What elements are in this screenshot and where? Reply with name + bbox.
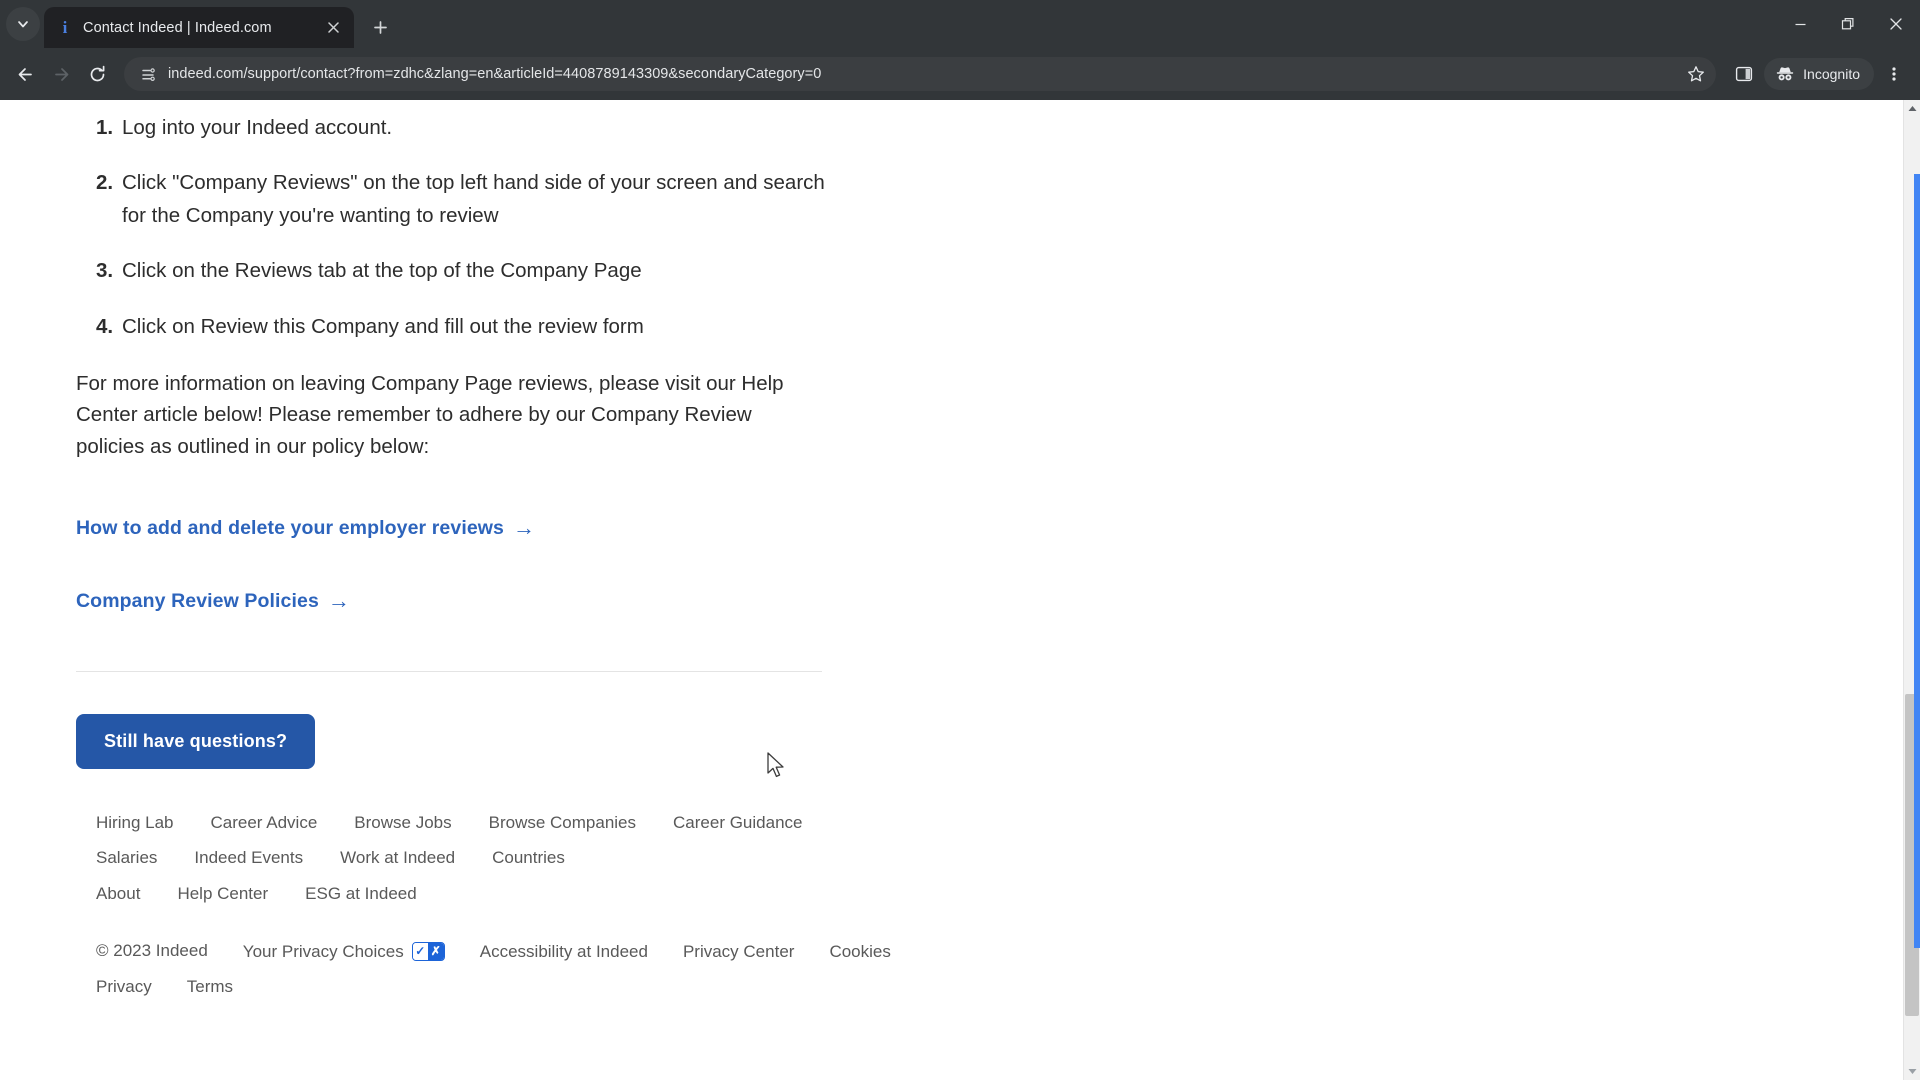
footer-link-help-center[interactable]: Help Center xyxy=(177,876,268,912)
side-panel-button[interactable] xyxy=(1726,56,1762,92)
page-body: Log into your Indeed account. Click "Com… xyxy=(0,100,1903,1080)
restore-button[interactable] xyxy=(1824,0,1872,48)
link-label: How to add and delete your employer revi… xyxy=(76,516,504,539)
footer-link-accessibility-at-indeed[interactable]: Accessibility at Indeed xyxy=(480,934,648,970)
tab-title: Contact Indeed | Indeed.com xyxy=(83,19,272,36)
footer-link-privacy-center[interactable]: Privacy Center xyxy=(683,934,794,970)
browser-tab[interactable]: i Contact Indeed | Indeed.com xyxy=(44,7,354,48)
still-have-questions-button[interactable]: Still have questions? xyxy=(76,713,316,769)
list-item: Click on Review this Company and fill ou… xyxy=(96,311,644,344)
forward-arrow-icon xyxy=(54,67,68,81)
footer-link-your-privacy-choices[interactable]: Your Privacy Choices ✓ ✗ xyxy=(243,934,445,970)
scroll-up-button[interactable] xyxy=(1904,100,1920,117)
link-label: Company Review Policies xyxy=(76,589,319,612)
scroll-up-arrow-icon xyxy=(1908,106,1916,111)
info-paragraph: For more information on leaving Company … xyxy=(76,371,784,458)
list-item: Log into your Indeed account. xyxy=(96,112,393,145)
bookmark-button[interactable] xyxy=(1682,60,1710,88)
badge-x: ✗ xyxy=(427,942,444,960)
footer-link-browse-jobs[interactable]: Browse Jobs xyxy=(354,805,451,841)
footer-link-salaries[interactable]: Salaries xyxy=(96,840,157,876)
tab-strip: i Contact Indeed | Indeed.com xyxy=(0,0,1920,48)
chevron-down-icon xyxy=(18,21,28,28)
incognito-label: Incognito xyxy=(1803,66,1860,82)
article-content: Log into your Indeed account. Click "Com… xyxy=(0,100,930,1005)
page-info-icon[interactable] xyxy=(138,64,158,84)
footer-primary-links: Hiring Lab Career Advice Browse Jobs Bro… xyxy=(96,805,930,876)
url-text: indeed.com/support/contact?from=zdhc&zla… xyxy=(168,66,822,82)
side-panel-icon xyxy=(1736,66,1753,82)
footer-link-work-at-indeed[interactable]: Work at Indeed xyxy=(340,840,455,876)
footer-link-esg-at-indeed[interactable]: ESG at Indeed xyxy=(305,876,417,912)
reload-button[interactable] xyxy=(80,57,114,91)
footer-link-cookies[interactable]: Cookies xyxy=(829,934,890,970)
window-controls xyxy=(1776,0,1920,48)
indeed-favicon: i xyxy=(56,19,74,37)
footer-secondary-links: About Help Center ESG at Indeed xyxy=(96,876,930,912)
list-item: Click "Company Reviews" on the top left … xyxy=(96,167,825,227)
incognito-spy-icon xyxy=(1776,67,1794,81)
right-arrow-icon: → xyxy=(513,515,536,541)
restore-icon xyxy=(1841,18,1854,30)
badge-check: ✓ xyxy=(412,942,428,960)
close-icon xyxy=(1890,18,1902,30)
page-viewport: Log into your Indeed account. Click "Com… xyxy=(0,100,1920,1080)
close-icon xyxy=(327,22,339,33)
forward-button[interactable] xyxy=(44,57,78,91)
address-bar[interactable]: indeed.com/support/contact?from=zdhc&zla… xyxy=(124,57,1717,91)
privacy-choices-badge-icon: ✓ ✗ xyxy=(411,941,445,961)
browser-window: i Contact Indeed | Indeed.com indeed.com… xyxy=(0,0,1920,1080)
favicon-letter: i xyxy=(62,18,68,37)
browser-toolbar: indeed.com/support/contact?from=zdhc&zla… xyxy=(0,48,1920,100)
star-icon xyxy=(1688,66,1705,82)
section-divider xyxy=(76,670,822,672)
help-link-row-1: How to add and delete your employer revi… xyxy=(76,517,930,540)
right-arrow-icon: → xyxy=(327,588,350,614)
scroll-focus-indicator xyxy=(1914,173,1920,948)
minimize-button[interactable] xyxy=(1776,0,1824,48)
privacy-choices-label: Your Privacy Choices xyxy=(242,941,404,961)
footer-legal-row: © 2023 Indeed Your Privacy Choices ✓ ✗ A… xyxy=(96,934,930,1005)
three-dot-menu-icon xyxy=(1892,67,1896,81)
site-footer: Hiring Lab Career Advice Browse Jobs Bro… xyxy=(76,805,930,1005)
new-tab-button[interactable] xyxy=(364,11,396,43)
close-window-button[interactable] xyxy=(1872,0,1920,48)
tab-close-button[interactable] xyxy=(322,17,344,39)
list-item: Click on the Reviews tab at the top of t… xyxy=(96,255,642,288)
footer-link-about[interactable]: About xyxy=(96,876,140,912)
footer-link-countries[interactable]: Countries xyxy=(492,840,565,876)
footer-link-career-advice[interactable]: Career Advice xyxy=(211,805,318,841)
minimize-icon xyxy=(1795,23,1805,25)
page-scrollbar[interactable] xyxy=(1903,100,1920,1080)
footer-link-indeed-events[interactable]: Indeed Events xyxy=(194,840,303,876)
incognito-indicator[interactable]: Incognito xyxy=(1764,58,1874,90)
help-link-row-2: Company Review Policies → xyxy=(76,590,930,613)
scroll-down-button[interactable] xyxy=(1904,1063,1920,1080)
footer-link-browse-companies[interactable]: Browse Companies xyxy=(489,805,636,841)
tab-search-button[interactable] xyxy=(6,7,40,41)
link-add-delete-employer-reviews[interactable]: How to add and delete your employer revi… xyxy=(76,517,535,540)
reload-icon xyxy=(90,65,104,81)
scroll-down-arrow-icon xyxy=(1908,1069,1916,1074)
back-button[interactable] xyxy=(8,57,42,91)
instruction-list: Log into your Indeed account. Click "Com… xyxy=(76,112,930,343)
link-company-review-policies[interactable]: Company Review Policies → xyxy=(76,590,350,613)
back-arrow-icon xyxy=(18,67,32,81)
footer-link-privacy[interactable]: Privacy xyxy=(96,969,152,1005)
footer-link-career-guidance[interactable]: Career Guidance xyxy=(673,805,802,841)
chrome-menu-button[interactable] xyxy=(1876,56,1912,92)
plus-icon xyxy=(373,20,387,34)
copyright-text: © 2023 Indeed xyxy=(96,941,208,961)
footer-link-hiring-lab[interactable]: Hiring Lab xyxy=(96,805,174,841)
footer-link-terms[interactable]: Terms xyxy=(187,969,233,1005)
